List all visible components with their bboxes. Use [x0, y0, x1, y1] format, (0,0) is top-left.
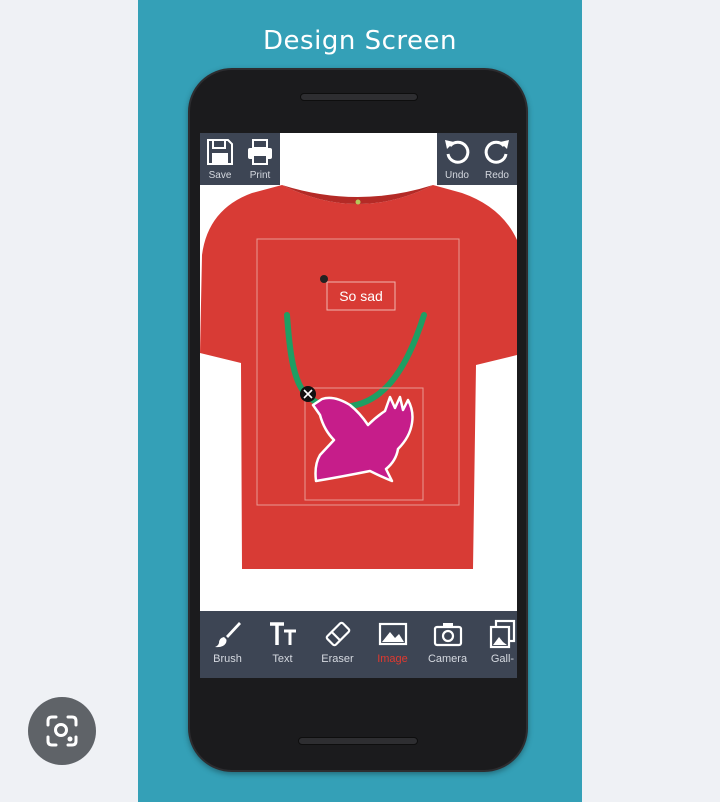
tshirt-button [355, 199, 361, 205]
camera-label: Camera [427, 653, 468, 665]
redo-icon [484, 140, 509, 164]
text-label: Text [272, 653, 293, 665]
phone-speaker [300, 93, 418, 101]
bottom-toolbar: Brush Text Eraser Image Camera Gall- [200, 611, 517, 678]
brush-tool[interactable]: Brush [200, 619, 255, 678]
eraser-label: Eraser [321, 653, 354, 665]
design-canvas[interactable]: So sad [200, 185, 517, 611]
undo-label: Undo [445, 170, 469, 181]
top-toolbar-right: Undo Redo [437, 133, 517, 185]
gallery-tool[interactable]: Gall- [475, 619, 517, 678]
tshirt-image [200, 185, 517, 569]
text-tool[interactable]: Text [255, 619, 310, 678]
lens-search-icon [46, 715, 78, 747]
save-icon [207, 139, 233, 165]
save-button[interactable]: Save [200, 133, 240, 185]
image-label: Image [377, 653, 408, 665]
camera-icon [433, 623, 462, 647]
text-size-icon [269, 622, 296, 645]
gallery-label: Gall- [490, 653, 515, 665]
top-toolbar-left: Save Print [200, 133, 280, 185]
redo-button[interactable]: Redo [477, 133, 517, 185]
camera-tool[interactable]: Camera [420, 619, 475, 678]
visual-search-button[interactable] [28, 697, 96, 765]
gallery-icon [489, 619, 515, 649]
image-tool[interactable]: Image [365, 619, 420, 678]
brush-label: Brush [213, 653, 242, 665]
panel-title: Design Screen [263, 26, 457, 56]
eraser-tool[interactable]: Eraser [310, 619, 365, 678]
printer-icon [248, 139, 272, 165]
image-icon [378, 622, 407, 646]
print-button[interactable]: Print [240, 133, 280, 185]
phone-speaker-bottom [298, 737, 418, 745]
eraser-icon [325, 621, 350, 647]
redo-label: Redo [485, 170, 509, 181]
brush-icon [214, 622, 241, 648]
undo-button[interactable]: Undo [437, 133, 477, 185]
app-screen: So sad Save Print Undo Redo Brush Text E… [200, 133, 517, 678]
save-label: Save [208, 170, 232, 181]
undo-icon [445, 140, 470, 164]
text-sticker[interactable]: So sad [327, 282, 395, 310]
print-label: Print [249, 170, 271, 181]
